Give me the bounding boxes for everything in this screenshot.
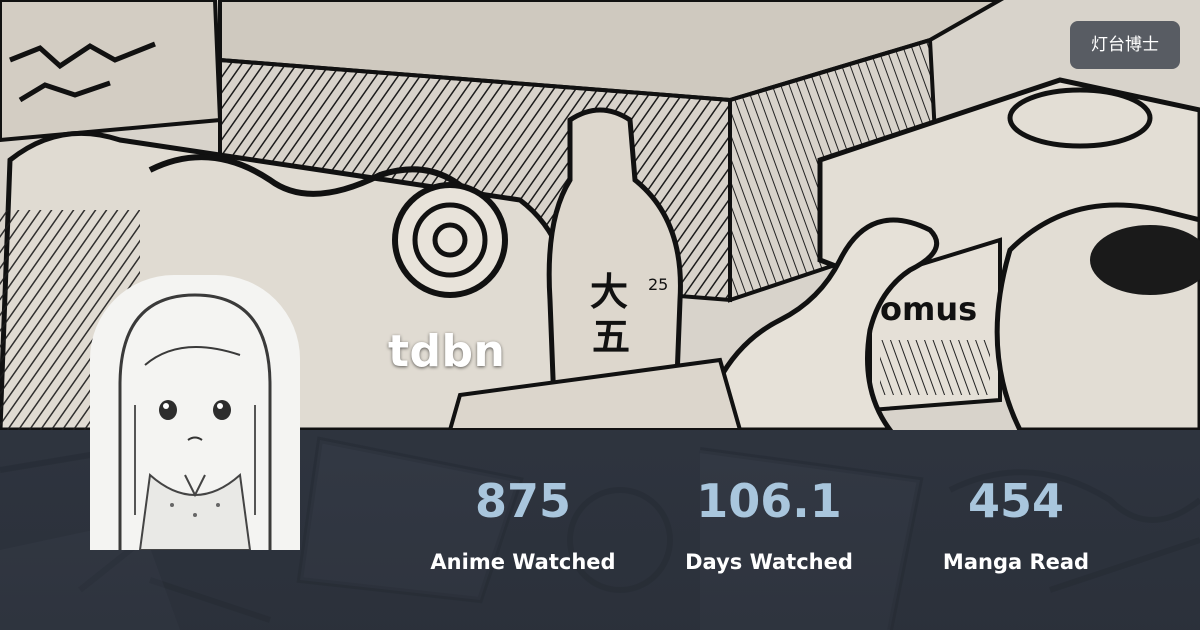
stat-anime-watched: 875 Anime Watched <box>403 470 643 576</box>
manga-read-label: Manga Read <box>942 550 1090 574</box>
anime-watched-value: 875 <box>474 474 572 528</box>
stat-days-watched: 106.1 Days Watched <box>649 470 889 576</box>
svg-text:25: 25 <box>648 275 668 294</box>
manga-read-value: 454 <box>967 474 1065 528</box>
user-avatar[interactable] <box>90 275 300 550</box>
stat-manga-read: 454 Manga Read <box>896 470 1136 576</box>
site-name-badge[interactable]: 灯台博士 <box>1070 21 1180 69</box>
anime-watched-label: Anime Watched <box>430 550 616 574</box>
svg-text:五: 五 <box>592 315 630 359</box>
svg-text:omus: omus <box>880 290 977 328</box>
svg-text:大: 大 <box>590 270 628 314</box>
username[interactable]: tdbn <box>388 326 505 377</box>
days-watched-label: Days Watched <box>685 550 853 574</box>
avatar-portrait <box>118 293 272 550</box>
days-watched-value: 106.1 <box>696 474 842 528</box>
